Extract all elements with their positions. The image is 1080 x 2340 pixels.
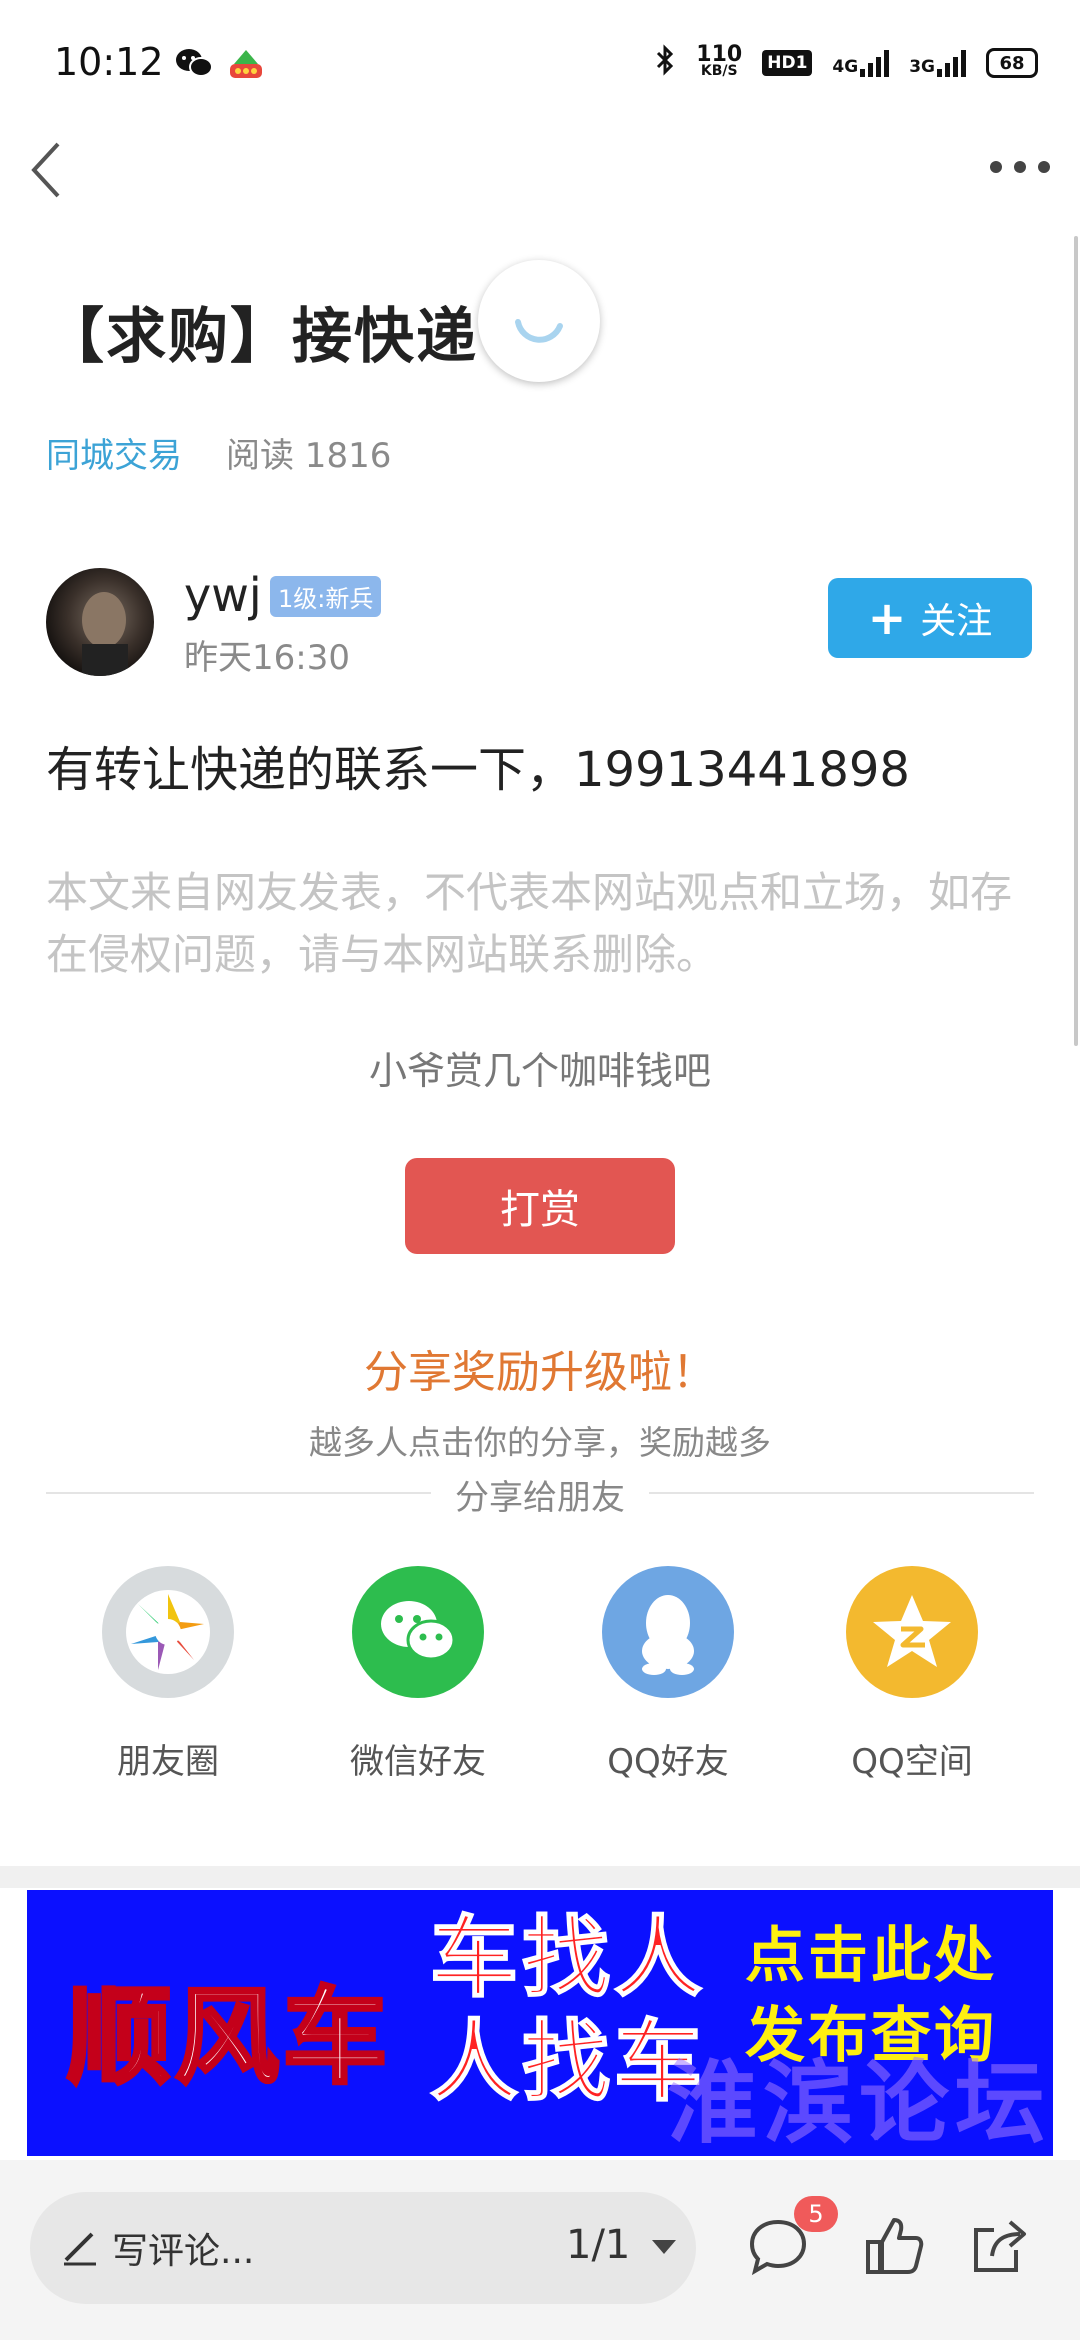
comment-count-badge: 5	[794, 2196, 838, 2232]
game-app-status-icon	[226, 46, 266, 80]
share-wechat-friend[interactable]: 微信好友	[318, 1566, 518, 1783]
network-speed: 110 KB/S	[696, 42, 743, 80]
chevron-left-icon	[31, 142, 60, 198]
post-time: 昨天16:30	[184, 638, 350, 678]
thumbs-up-icon	[866, 2218, 924, 2274]
bluetooth-icon	[654, 44, 676, 82]
caret-down-icon[interactable]	[652, 2240, 676, 2254]
signal-3g-icon: 3G	[909, 49, 966, 77]
rideshare-banner-ad[interactable]: 顺风车 车找人 人找车 点击此处 发布查询 淮滨论坛	[27, 1890, 1053, 2156]
share-qq-friend[interactable]: QQ好友	[568, 1566, 768, 1783]
share-subtitle: 越多人点击你的分享，奖励越多	[309, 1423, 771, 1462]
hd-badge: HD1	[762, 50, 813, 76]
status-time: 10:12	[54, 40, 164, 84]
qq-icon	[602, 1566, 734, 1698]
qzone-icon	[846, 1566, 978, 1698]
pen-icon	[60, 2226, 100, 2266]
avatar[interactable]	[46, 568, 154, 676]
banner-main-text: 顺风车	[65, 1974, 392, 2100]
tip-button[interactable]: 打赏	[405, 1158, 675, 1254]
forum-watermark: 淮滨论坛	[667, 2050, 1051, 2156]
loading-spinner	[478, 260, 600, 382]
share-button[interactable]	[968, 2214, 1032, 2278]
author-name[interactable]: ywj	[184, 568, 262, 622]
read-count: 阅读 1816	[226, 436, 392, 476]
plus-icon: +	[867, 591, 907, 645]
banner-line-2: 人找车	[429, 2009, 707, 2114]
share-icon	[974, 2220, 1026, 2272]
banner-cta-1: 点击此处	[745, 1921, 997, 1991]
status-icons: 110 KB/S HD1 4G 3G 68	[654, 44, 1038, 82]
banner-line-1: 车找人	[429, 1905, 707, 2010]
share-qzone[interactable]: QQ空间	[812, 1566, 1012, 1783]
page-indicator[interactable]: 1/1	[566, 2222, 630, 2268]
tip-prompt: 小爷赏几个咖啡钱吧	[368, 1049, 711, 1093]
like-button[interactable]	[862, 2214, 926, 2278]
share-moments[interactable]: 朋友圈	[68, 1566, 268, 1783]
follow-button[interactable]: + 关注	[828, 578, 1032, 658]
share-divider-label: 分享给朋友	[431, 1478, 649, 1518]
post-content: 有转让快递的联系一下，19913441898	[46, 742, 910, 798]
disclaimer: 本文来自网友发表，不代表本网站观点和立场，如存在侵权问题，请与本网站联系删除。	[46, 868, 1013, 979]
wechat-icon	[352, 1566, 484, 1698]
battery-icon: 68	[986, 48, 1038, 78]
more-button[interactable]	[990, 150, 1050, 184]
back-button[interactable]	[26, 140, 70, 200]
wechat-status-icon	[174, 46, 214, 80]
level-badge: 1级:新兵	[270, 576, 382, 617]
scrollbar[interactable]	[1074, 236, 1078, 1046]
category-link[interactable]: 同城交易	[46, 428, 182, 477]
comment-placeholder[interactable]: 写评论...	[112, 2222, 254, 2274]
section-separator	[0, 1866, 1080, 1888]
post-title: 【求购】接快递	[44, 302, 478, 372]
signal-4g-icon: 4G	[832, 49, 890, 77]
moments-icon	[102, 1566, 234, 1698]
share-title: 分享奖励升级啦！	[364, 1347, 716, 1398]
